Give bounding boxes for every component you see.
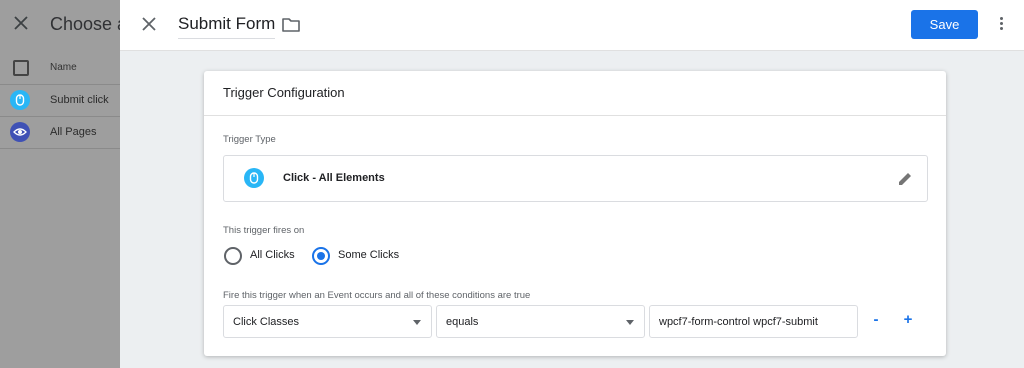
chevron-down-icon [626,320,634,325]
radio-label: All Clicks [250,249,295,261]
more-options-icon[interactable] [996,15,1006,35]
trigger-type-label: Trigger Type [223,134,276,145]
trigger-configuration-card: Trigger Configuration Trigger Type Click… [204,71,946,356]
condition-value: wpcf7-form-control wpcf7-submit [659,316,818,328]
folder-icon[interactable] [281,16,301,34]
background-header: Choose a [0,0,120,52]
fires-on-label: This trigger fires on [223,225,305,236]
add-condition-button[interactable]: + [898,310,918,330]
radio-circle [312,247,330,265]
list-item-label: Submit click [50,94,109,106]
close-icon[interactable] [140,15,158,33]
trigger-type-selector[interactable]: Click - All Elements [223,155,928,202]
column-header-name: Name [50,62,77,73]
radio-circle [224,247,242,265]
chevron-down-icon [413,320,421,325]
condition-value-input[interactable]: wpcf7-form-control wpcf7-submit [649,305,858,338]
list-item-label: All Pages [50,126,97,138]
pencil-icon[interactable] [896,170,914,188]
divider [204,115,946,116]
radio-label: Some Clicks [338,249,400,261]
card-title: Trigger Configuration [223,85,345,100]
trigger-type-name: Click - All Elements [283,172,385,184]
operator-select[interactable]: equals [436,305,645,338]
variable-value: Click Classes [233,316,300,328]
list-item: All Pages [0,116,120,149]
list-header: Name [0,52,120,84]
remove-condition-button[interactable]: - [866,310,886,330]
mouse-click-icon [244,168,264,188]
select-all-checkbox [13,60,29,76]
variable-select[interactable]: Click Classes [223,305,432,338]
save-button[interactable]: Save [911,10,978,39]
close-icon [14,16,28,30]
background-trigger-list: Choose a Name Submit click All Pages [0,0,120,368]
editor-topbar: Submit Form Save [120,0,1024,51]
list-divider [0,148,120,181]
conditions-label: Fire this trigger when an Event occurs a… [223,290,531,301]
mouse-click-icon [10,90,30,110]
list-item: Submit click [0,84,120,117]
radio-all-clicks[interactable]: All Clicks [224,247,304,265]
eye-icon [10,122,30,142]
operator-value: equals [446,316,479,328]
background-title: Choose a [50,14,120,34]
trigger-name-field[interactable]: Submit Form [178,14,276,39]
radio-some-clicks[interactable]: Some Clicks [312,247,402,265]
